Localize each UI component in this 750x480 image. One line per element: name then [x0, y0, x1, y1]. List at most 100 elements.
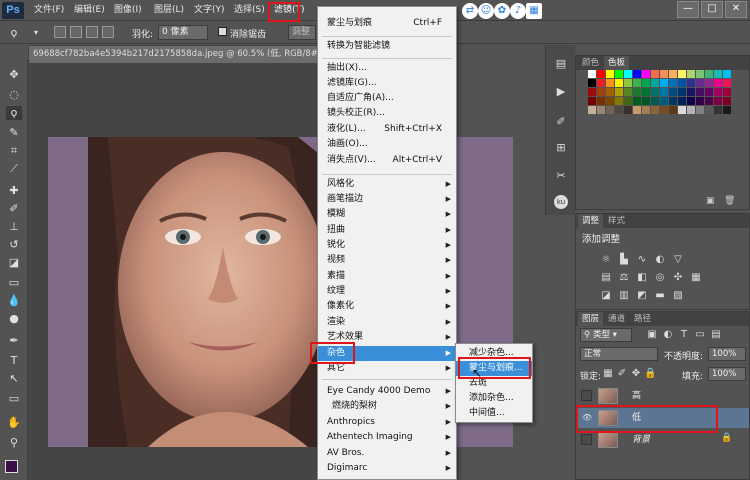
menu-item-artistic[interactable]: 艺术效果 ▶ — [318, 330, 456, 345]
submenu-item-reduce-noise[interactable]: 减少杂色... — [456, 346, 532, 361]
color-swatch[interactable] — [624, 88, 632, 96]
posterize-icon[interactable]: ▥ — [618, 290, 630, 302]
layer-row-background[interactable]: 背景 🔒 — [576, 430, 749, 450]
color-swatch[interactable] — [669, 106, 677, 114]
color-swatch[interactable] — [678, 106, 686, 114]
color-swatch[interactable] — [660, 97, 668, 105]
crop-tool-icon[interactable]: ⌗ — [6, 144, 22, 158]
lasso-tool-icon[interactable]: ϙ — [6, 106, 22, 120]
color-lookup-icon[interactable]: ▦ — [690, 272, 702, 284]
gradient-tool-icon[interactable]: ▭ — [6, 276, 22, 290]
color-swatch[interactable] — [597, 70, 605, 78]
brightness-icon[interactable]: ☼ — [600, 254, 612, 266]
menu-item-pixelate[interactable]: 像素化 ▶ — [318, 299, 456, 314]
zoom-tool-icon[interactable]: ⚲ — [6, 436, 22, 450]
color-swatch[interactable] — [615, 88, 623, 96]
menu-item-vanishing-point[interactable]: 消失点(V)... Alt+Ctrl+V — [318, 153, 456, 168]
menu-item-adaptive-wide-angle[interactable]: 自适应广角(A)... — [318, 91, 456, 106]
menu-item-oil-paint[interactable]: 油画(O)... — [318, 137, 456, 152]
color-swatch[interactable] — [588, 106, 596, 114]
minimize-button[interactable]: — — [677, 1, 699, 18]
color-swatch[interactable] — [651, 106, 659, 114]
submenu-item-dust-scratches[interactable]: 蒙尘与划痕... — [456, 361, 532, 376]
menu-select[interactable]: 选择(S) — [234, 0, 265, 21]
microphone-icon[interactable]: ♪ — [510, 3, 526, 19]
color-swatch[interactable] — [642, 106, 650, 114]
color-swatch[interactable] — [615, 79, 623, 87]
color-swatch[interactable] — [705, 79, 713, 87]
color-swatch[interactable] — [642, 88, 650, 96]
menu-item-liquify[interactable]: 液化(L)... Shift+Ctrl+X — [318, 122, 456, 137]
color-swatch[interactable] — [606, 88, 614, 96]
color-swatch[interactable] — [660, 88, 668, 96]
menu-item-render[interactable]: 渲染 ▶ — [318, 315, 456, 330]
channel-mixer-icon[interactable]: ✣ — [672, 272, 684, 284]
color-swatch[interactable] — [723, 97, 731, 105]
submenu-item-add-noise[interactable]: 添加杂色... — [456, 391, 532, 406]
color-swatch[interactable] — [633, 106, 641, 114]
lasso-icon[interactable]: ϙ — [6, 26, 22, 40]
tab-color[interactable]: 颜色 — [578, 56, 603, 70]
refine-edge-button[interactable]: 调整 — [288, 25, 316, 40]
menu-item-burning-pear[interactable]: 燃烧的梨树 ▶ — [318, 399, 456, 414]
blend-mode-select[interactable]: 正常 — [580, 347, 658, 361]
vibrance-icon[interactable]: ▽ — [672, 254, 684, 266]
trash-icon[interactable]: 🗑 — [724, 196, 735, 206]
menu-item-lens-correction[interactable]: 镜头校正(R)... — [318, 106, 456, 121]
color-swatch[interactable] — [606, 79, 614, 87]
color-swatch[interactable] — [660, 70, 668, 78]
document-tab[interactable]: 69688cf782ba4e5394b217d2175858da.jpeg @ … — [28, 45, 318, 63]
color-swatch[interactable] — [714, 79, 722, 87]
add-selection-icon[interactable] — [70, 26, 82, 38]
new-swatch-icon[interactable]: ▣ — [706, 196, 715, 206]
menu-layer[interactable]: 图层(L) — [154, 0, 184, 21]
menu-item-athentech[interactable]: Athentech Imaging ▶ — [318, 430, 456, 445]
pen-tool-icon[interactable]: ✒ — [6, 334, 22, 348]
color-swatch[interactable] — [687, 79, 695, 87]
link-icon[interactable]: ⇄ — [462, 3, 478, 19]
path-select-tool-icon[interactable]: ↖ — [6, 372, 22, 386]
menu-item-blur[interactable]: 模糊 ▶ — [318, 207, 456, 222]
color-swatch[interactable] — [669, 70, 677, 78]
color-swatch[interactable] — [678, 88, 686, 96]
color-swatch[interactable] — [660, 106, 668, 114]
color-swatch[interactable] — [633, 79, 641, 87]
color-swatch[interactable] — [696, 79, 704, 87]
color-swatch[interactable] — [615, 106, 623, 114]
history-brush-icon[interactable]: ↺ — [6, 238, 22, 252]
clone-source-icon[interactable]: ⊞ — [554, 141, 568, 155]
color-swatch[interactable] — [633, 70, 641, 78]
lock-all-icon[interactable]: 🔒 — [644, 368, 656, 380]
color-swatch[interactable] — [687, 106, 695, 114]
move-tool-icon[interactable]: ✥ — [6, 68, 22, 82]
submenu-item-despeckle[interactable]: 去斑 — [456, 376, 532, 391]
menu-item-distort[interactable]: 扭曲 ▶ — [318, 223, 456, 238]
brush-tool-icon[interactable]: ✐ — [6, 202, 22, 216]
visibility-toggle[interactable] — [581, 390, 592, 401]
smiley-icon[interactable]: ☺ — [478, 3, 494, 19]
color-swatch[interactable] — [624, 97, 632, 105]
color-swatch[interactable] — [705, 106, 713, 114]
lock-position-icon[interactable]: ✥ — [630, 368, 642, 380]
color-balance-icon[interactable]: ⚖ — [618, 272, 630, 284]
subtract-selection-icon[interactable] — [86, 26, 98, 38]
menu-item-extract[interactable]: 抽出(X)... — [318, 61, 456, 76]
tab-channels[interactable]: 通道 — [604, 312, 629, 326]
color-swatch[interactable] — [624, 70, 632, 78]
tab-swatches[interactable]: 色板 — [604, 56, 630, 70]
brush-settings-icon[interactable]: ✐ — [554, 115, 568, 129]
menu-item-brush-strokes[interactable]: 画笔描边 ▶ — [318, 192, 456, 207]
color-swatch[interactable] — [651, 97, 659, 105]
color-swatch[interactable] — [723, 70, 731, 78]
color-swatch[interactable] — [714, 70, 722, 78]
feather-input[interactable]: 0 像素 — [158, 25, 208, 40]
tools-preset-icon[interactable]: ✂ — [554, 169, 568, 183]
color-swatch[interactable] — [696, 70, 704, 78]
hand-tool-icon[interactable]: ✋ — [6, 416, 22, 430]
quick-select-tool-icon[interactable]: ✎ — [6, 126, 22, 140]
color-swatch[interactable] — [696, 88, 704, 96]
menu-edit[interactable]: 编辑(E) — [74, 0, 105, 21]
tab-adjustments[interactable]: 调整 — [578, 214, 604, 228]
color-swatch[interactable] — [723, 88, 731, 96]
exposure-icon[interactable]: ◐ — [654, 254, 666, 266]
